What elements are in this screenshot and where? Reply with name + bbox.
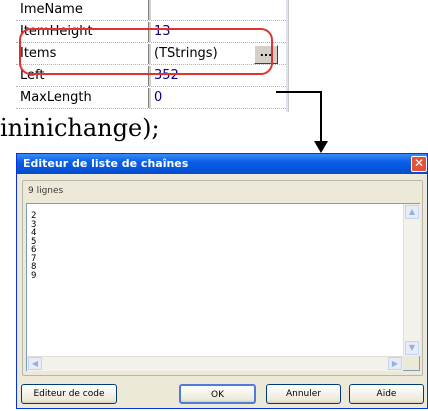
close-icon[interactable]: ✕ [411, 156, 427, 172]
column-divider [148, 88, 152, 108]
property-name: ImeName [20, 2, 83, 17]
scroll-up-icon[interactable]: ▲ [405, 205, 419, 219]
property-row-imename[interactable]: ImeName [16, 0, 288, 21]
help-button[interactable]: Aide [349, 384, 424, 404]
inspector-scrollbar[interactable] [286, 0, 288, 112]
line-count-label: 9 lignes [28, 186, 64, 196]
vertical-scrollbar[interactable]: ▲ ▼ [403, 204, 420, 356]
property-row-maxlength[interactable]: MaxLength 0 [16, 88, 288, 109]
column-divider [148, 0, 152, 20]
dialog-title: Editeur de liste de chaînes [23, 157, 189, 170]
arrow-down-icon [314, 141, 328, 153]
memo-line: 9 [31, 270, 37, 281]
scroll-left-icon[interactable]: ◀ [28, 357, 42, 370]
scrollbar-corner [403, 356, 419, 370]
items-highlight-annotation [19, 28, 273, 75]
property-value[interactable]: 0 [154, 88, 244, 108]
strings-memo[interactable]: 2 3 4 5 6 7 8 9 ▲ ▼ ◀ ▶ [26, 203, 420, 371]
horizontal-scrollbar[interactable]: ◀ ▶ [27, 356, 403, 371]
ok-button[interactable]: OK [179, 384, 256, 404]
property-value[interactable] [154, 0, 244, 20]
code-editor-button[interactable]: Editeur de code [21, 384, 117, 404]
scroll-right-icon[interactable]: ▶ [388, 357, 402, 370]
dialog-titlebar[interactable]: Editeur de liste de chaînes ✕ [17, 154, 427, 174]
scroll-down-icon[interactable]: ▼ [405, 341, 419, 355]
code-snippet: ininichange); [0, 114, 160, 142]
property-name: MaxLength [20, 90, 92, 105]
arrow-connector-vertical [320, 91, 322, 143]
arrow-connector-horizontal [276, 91, 322, 93]
cancel-button[interactable]: Annuler [266, 384, 341, 404]
memo-text[interactable]: 2 3 4 5 6 7 8 9 [31, 212, 391, 281]
string-list-editor-dialog: Editeur de liste de chaînes ✕ 9 lignes 2… [16, 153, 428, 409]
